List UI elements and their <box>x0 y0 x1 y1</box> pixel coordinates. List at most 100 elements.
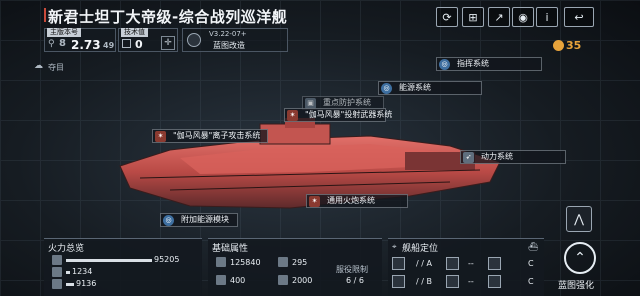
weapon-c-icon <box>52 279 62 289</box>
main-version-box: 主版本号 ⚲ 8 2.73 49 <box>44 28 116 52</box>
firepower-bar <box>66 283 74 286</box>
tech-value-box: 技术值 0 ✛ <box>118 28 178 52</box>
armor-value: 295 <box>292 258 308 267</box>
system-name: "伽马风暴"投射武器系统 <box>305 110 393 119</box>
system-label-energy[interactable]: ◎ 能源系统 <box>378 81 482 95</box>
ion-icon: ✶ <box>155 131 166 142</box>
system-name: 能源系统 <box>399 83 431 92</box>
power-icon: ➶ <box>463 152 474 163</box>
view-button[interactable]: ◉ <box>512 7 534 27</box>
tech-value-label: 技术值 <box>121 28 148 37</box>
info-button[interactable]: i <box>536 7 558 27</box>
resource-icon <box>553 40 564 51</box>
view-icon: ◉ <box>518 10 528 24</box>
system-label-launcher[interactable]: ✶ "伽马风暴"投射武器系统 <box>284 108 392 122</box>
tech-icon <box>122 39 131 48</box>
shield-value: 400 <box>230 276 246 285</box>
armor-icon <box>278 257 288 267</box>
target-icon: ⌖ <box>392 242 397 251</box>
system-name: 动力系统 <box>481 152 513 161</box>
limit-value: 6 / 6 <box>346 276 364 285</box>
hp-value: 125840 <box>230 258 261 267</box>
title-accent <box>44 8 46 22</box>
info-icon: i <box>545 10 549 24</box>
role-value: -- <box>468 259 474 268</box>
system-label-command[interactable]: ◎ 指挥系统 <box>436 57 542 71</box>
back-button[interactable]: ↩ <box>564 7 594 27</box>
resource-value: 35 <box>566 39 582 52</box>
role-value: C <box>528 277 534 286</box>
firepower-value: 95205 <box>154 255 180 264</box>
limit-label: 服役限制 <box>336 265 368 274</box>
system-label-power[interactable]: ➶ 动力系统 <box>460 150 566 164</box>
top-bar: 新君士坦丁大帝级-综合战列巡洋舰 ⟳ ⊞ ↗ ◉ i ↩ <box>0 0 640 30</box>
role-value: / / A <box>416 259 432 268</box>
hp-icon <box>216 257 226 267</box>
system-name: "伽马风暴"离子攻击系统 <box>173 131 261 140</box>
role-icon <box>392 257 405 270</box>
main-version-small: 49 <box>103 41 115 50</box>
attributes-panel: 基础属性 125840 295 400 2000 服役限制 6 / 6 <box>208 238 382 296</box>
weather-text: 夺目 <box>48 63 64 72</box>
addon-icon: ◎ <box>163 215 174 226</box>
refresh-icon: ⟳ <box>442 10 452 24</box>
role-icon <box>488 257 501 270</box>
system-name: 附加能源模块 <box>181 215 229 224</box>
firepower-panel: 火力总览 95205 1234 9136 <box>44 238 202 296</box>
firepower-title: 火力总览 <box>48 244 85 254</box>
launcher-icon: ✶ <box>287 110 298 121</box>
energy-icon: ◎ <box>381 83 392 94</box>
firepower-value: 1234 <box>72 267 93 276</box>
role-icon <box>392 275 405 288</box>
system-label-ion[interactable]: ✶ "伽马风暴"离子攻击系统 <box>152 129 268 143</box>
version-name: 蓝图改造 <box>213 41 245 50</box>
attributes-title: 基础属性 <box>212 244 249 254</box>
weapon-a-icon <box>52 255 62 265</box>
enhance-icon: ⌃ <box>564 242 596 274</box>
fleet-icon[interactable]: ⋀ <box>566 206 592 232</box>
main-version-label: 主版本号 <box>47 28 81 37</box>
role-icon <box>446 257 459 270</box>
tech-value: 0 <box>135 38 143 51</box>
system-name: 通用火炮系统 <box>327 196 375 205</box>
game-scene: 新君士坦丁大帝级-综合战列巡洋舰 ⟳ ⊞ ↗ ◉ i ↩ 主版本号 ⚲ 8 2.… <box>0 0 640 296</box>
role-icon <box>446 275 459 288</box>
enhance-label: 蓝图强化 <box>558 281 595 291</box>
back-icon: ↩ <box>574 10 584 24</box>
speed-value: 2000 <box>292 276 313 285</box>
system-name: 指挥系统 <box>457 59 489 68</box>
share-button[interactable]: ↗ <box>488 7 510 27</box>
speed-icon <box>278 275 288 285</box>
version-box[interactable]: V3.22-07+ 蓝图改造 <box>182 28 288 52</box>
weapon-b-icon <box>52 267 62 277</box>
firepower-bar <box>66 259 152 262</box>
grid-button[interactable]: ⊞ <box>462 7 484 27</box>
crosshair-icon: ✛ <box>161 36 175 50</box>
grid-icon: ⊞ <box>468 10 478 24</box>
positioning-panel: ⌖ 舰船定位 ⛴ / / A -- C / / B -- C <box>388 238 544 296</box>
share-icon: ↗ <box>494 10 504 24</box>
weather-icon: ☁ <box>34 61 43 71</box>
ship-type-icon: ⛴ <box>528 242 539 251</box>
role-value: -- <box>468 277 474 286</box>
rocket-icon: ⚲ <box>48 39 55 49</box>
system-name: 重点防护系统 <box>323 98 371 107</box>
role-value: C <box>528 259 534 268</box>
blueprint-icon <box>187 33 201 47</box>
positioning-title: 舰船定位 <box>402 244 439 254</box>
cannon-icon: ✶ <box>309 196 320 207</box>
refresh-button[interactable]: ⟳ <box>436 7 458 27</box>
command-icon: ◎ <box>439 59 450 70</box>
system-label-cannon[interactable]: ✶ 通用火炮系统 <box>306 194 408 208</box>
version-code: V3.22-07+ <box>209 30 247 38</box>
main-level: 8 <box>59 38 66 49</box>
ship-title: 新君士坦丁大帝级-综合战列巡洋舰 <box>48 8 288 26</box>
firepower-value: 9136 <box>76 279 97 288</box>
role-icon <box>488 275 501 288</box>
role-value: / / B <box>416 277 432 286</box>
firepower-bar <box>66 271 70 274</box>
shield-icon <box>216 275 226 285</box>
blueprint-enhance-button[interactable]: ⌃ 蓝图强化 <box>548 240 614 294</box>
system-label-addon[interactable]: ◎ 附加能源模块 <box>160 213 238 227</box>
main-version-value: 2.73 <box>71 38 101 52</box>
